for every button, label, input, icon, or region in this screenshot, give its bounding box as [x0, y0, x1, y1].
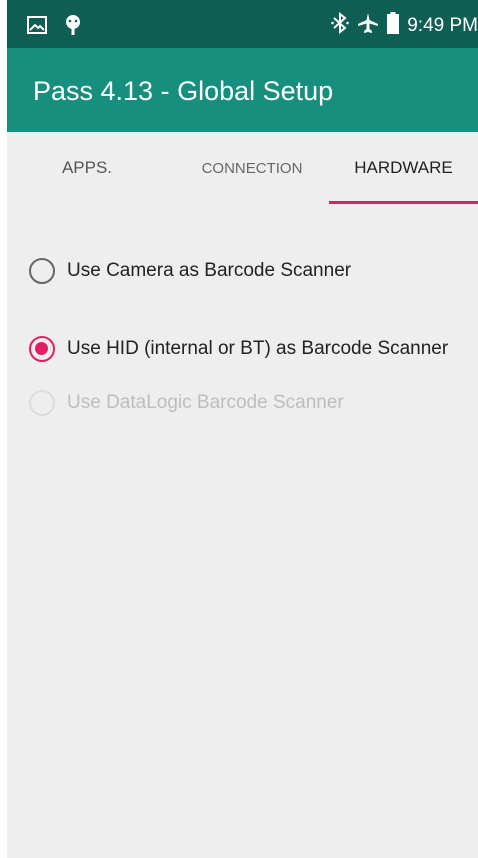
- status-time: 9:49 PM: [407, 14, 478, 36]
- option-hid-scanner[interactable]: Use HID (internal or BT) as Barcode Scan…: [29, 336, 448, 362]
- radio-camera-scanner[interactable]: [29, 258, 55, 284]
- tab-hardware[interactable]: HARDWARE: [329, 132, 478, 204]
- selected-tab-indicator: [329, 201, 478, 204]
- tab-hardware-label: HARDWARE: [354, 158, 453, 177]
- radio-hid-scanner[interactable]: [29, 336, 55, 362]
- tab-apps[interactable]: APPS.: [27, 132, 147, 204]
- airplane-icon: [357, 12, 379, 39]
- option-datalogic-scanner: Use DataLogic Barcode Scanner: [29, 390, 344, 416]
- battery-icon: [387, 12, 400, 39]
- radio-datalogic-scanner: [29, 390, 55, 416]
- screen: 9:49 PM Pass 4.13 - Global Setup APPS. C…: [7, 0, 478, 858]
- image-notification-icon: [27, 16, 47, 39]
- option-camera-scanner[interactable]: Use Camera as Barcode Scanner: [29, 258, 351, 284]
- option-camera-scanner-label: Use Camera as Barcode Scanner: [67, 260, 352, 281]
- app-bar: Pass 4.13 - Global Setup: [7, 48, 478, 132]
- android-icon: [65, 14, 81, 41]
- tab-apps-label: APPS.: [61, 158, 113, 177]
- tab-connection-label: CONNECTION: [201, 159, 303, 177]
- page-title: Pass 4.13 - Global Setup: [33, 76, 334, 106]
- status-bar-left-icons: [27, 14, 81, 41]
- status-bar: 9:49 PM: [7, 0, 478, 48]
- option-datalogic-scanner-label: Use DataLogic Barcode Scanner: [67, 392, 344, 413]
- bluetooth-icon: [331, 11, 350, 39]
- status-bar-right: 9:49 PM: [331, 11, 478, 39]
- tab-connection[interactable]: CONNECTION: [177, 132, 327, 204]
- tab-bar: APPS. CONNECTION HARDWARE: [7, 132, 478, 204]
- option-hid-scanner-label: Use HID (internal or BT) as Barcode Scan…: [67, 338, 449, 359]
